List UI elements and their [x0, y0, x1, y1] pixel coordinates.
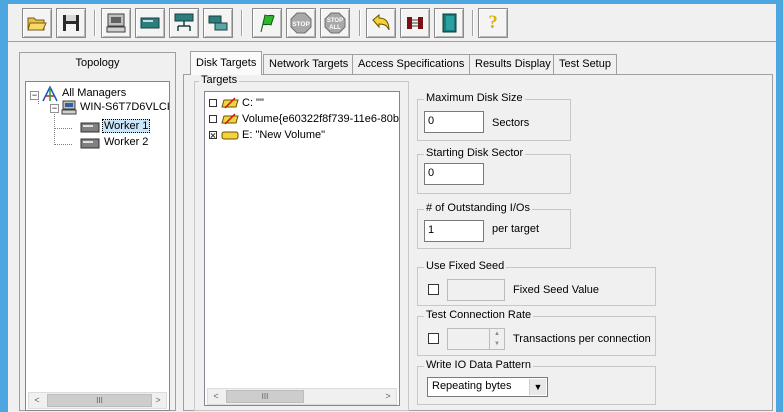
spin-up-icon[interactable]: ▲ [490, 329, 504, 339]
exit-door-icon [442, 13, 457, 33]
outstanding-ios-unit: per target [492, 223, 540, 235]
targets-label: Targets [199, 74, 240, 86]
stop-all-label-2: ALL [329, 25, 341, 31]
target-checkbox[interactable] [209, 99, 217, 107]
about-button[interactable]: ? [478, 8, 508, 38]
tab-results-display[interactable]: Results Display [469, 54, 557, 74]
max-disk-size-label: Maximum Disk Size [424, 92, 525, 104]
scroll-left-arrow-icon[interactable]: < [29, 393, 45, 408]
write-pattern-value: Repeating bytes [432, 380, 512, 392]
network-managers-icon [42, 86, 58, 102]
fixed-seed-checkbox[interactable] [428, 284, 439, 295]
green-flag-icon [260, 14, 275, 33]
outstanding-ios-input[interactable]: 1 [424, 220, 484, 242]
write-pattern-select[interactable]: Repeating bytes ▼ [427, 377, 548, 397]
scroll-right-arrow-icon[interactable]: > [150, 393, 166, 408]
targets-list[interactable]: C: "" Volume{e60322f8f739-11e6-80b4 E: "… [204, 91, 400, 406]
connection-rate-label: Test Connection Rate [424, 309, 534, 321]
outstanding-ios-label: # of Outstanding I/Os [424, 202, 532, 214]
new-manager-button[interactable] [101, 8, 131, 38]
floppy-disk-icon [63, 15, 79, 31]
toolbar: STOP STOP ALL ? [8, 4, 776, 42]
topology-tree[interactable]: − All Managers − WIN-S6T7D6VLCI Worker 1… [25, 81, 170, 411]
max-disk-size-unit: Sectors [492, 117, 530, 129]
tab-network-targets[interactable]: Network Targets [263, 54, 355, 74]
spin-down-icon[interactable]: ▼ [490, 339, 504, 349]
topology-panel: Topology − All Managers − WIN-S6T7D6VLCI… [19, 52, 176, 411]
write-pattern-label: Write IO Data Pattern [424, 359, 533, 371]
window-frame-right [776, 0, 783, 412]
scroll-thumb[interactable]: III [226, 390, 304, 403]
scroll-left-arrow-icon[interactable]: < [208, 389, 224, 404]
fixed-seed-value-input[interactable] [447, 279, 505, 301]
open-config-button[interactable] [22, 8, 52, 38]
topology-hscrollbar[interactable]: < III > [28, 392, 167, 409]
scroll-right-arrow-icon[interactable]: > [380, 389, 396, 404]
tab-disk-targets[interactable]: Disk Targets [190, 51, 263, 75]
stop-button[interactable]: STOP [286, 8, 316, 38]
tab-test-setup[interactable]: Test Setup [553, 54, 617, 74]
all-managers-expander[interactable]: − [30, 91, 39, 100]
target-item-c[interactable]: C: "" [209, 96, 264, 110]
worker-disk-icon [80, 122, 100, 133]
fixed-seed-value-label: Fixed Seed Value [513, 284, 600, 296]
target-label: E: "New Volume" [242, 129, 326, 141]
tab-access-specifications[interactable]: Access Specifications [352, 54, 471, 74]
back-arrow-icon [372, 13, 390, 31]
connection-rate-spinner[interactable]: ▲ ▼ [489, 329, 504, 349]
disconnect-icon [407, 17, 423, 29]
target-checkbox-checked[interactable] [209, 131, 217, 139]
drive-icon [221, 97, 239, 109]
targets-hscrollbar[interactable]: < III > [207, 388, 397, 405]
max-disk-size-input[interactable]: 0 [424, 111, 484, 133]
start-button[interactable] [252, 8, 282, 38]
tree-item-all-managers[interactable]: All Managers [62, 87, 126, 99]
save-config-button[interactable] [56, 8, 86, 38]
drive-icon [221, 113, 239, 125]
stop-sign-icon: STOP [290, 12, 312, 34]
question-mark-icon: ? [488, 12, 498, 33]
duplicate-worker-icon [208, 15, 228, 31]
starting-disk-sector-label: Starting Disk Sector [424, 147, 526, 159]
target-label: Volume{e60322f8f739-11e6-80b4 [242, 113, 400, 125]
computer-icon [61, 100, 77, 115]
connection-rate-checkbox[interactable] [428, 333, 439, 344]
duplicate-worker-button[interactable] [203, 8, 233, 38]
stop-label: STOP [292, 21, 310, 28]
target-checkbox[interactable] [209, 115, 217, 123]
tree-item-worker-2[interactable]: Worker 2 [104, 136, 148, 148]
tree-item-manager[interactable]: WIN-S6T7D6VLCI [80, 101, 169, 113]
target-label: C: "" [242, 97, 264, 109]
reset-workers-button[interactable] [366, 8, 396, 38]
fixed-seed-label: Use Fixed Seed [424, 260, 507, 272]
topology-title: Topology [75, 57, 120, 69]
connection-rate-unit: Transactions per connection [513, 333, 651, 345]
chevron-down-icon[interactable]: ▼ [529, 379, 546, 395]
window-frame-left [0, 0, 8, 412]
new-worker-button[interactable] [135, 8, 165, 38]
target-item-e[interactable]: E: "New Volume" [209, 128, 325, 142]
new-network-worker-button[interactable] [169, 8, 199, 38]
disconnect-button[interactable] [400, 8, 430, 38]
tree-item-worker-1[interactable]: Worker 1 [102, 119, 151, 133]
stop-all-button[interactable]: STOP ALL [320, 8, 350, 38]
exit-button[interactable] [434, 8, 464, 38]
drive-icon [221, 131, 239, 140]
stop-all-sign-icon: STOP ALL [324, 12, 346, 34]
disk-worker-icon [140, 17, 160, 29]
scroll-thumb[interactable]: III [47, 394, 152, 407]
computer-icon [106, 13, 126, 33]
worker-disk-icon [80, 138, 100, 149]
stop-all-label-1: STOP [327, 18, 343, 24]
starting-disk-sector-input[interactable]: 0 [424, 163, 484, 185]
network-worker-icon [174, 13, 194, 31]
folder-open-icon [27, 17, 47, 31]
target-item-volume[interactable]: Volume{e60322f8f739-11e6-80b4 [209, 112, 400, 126]
manager-expander[interactable]: − [50, 104, 59, 113]
